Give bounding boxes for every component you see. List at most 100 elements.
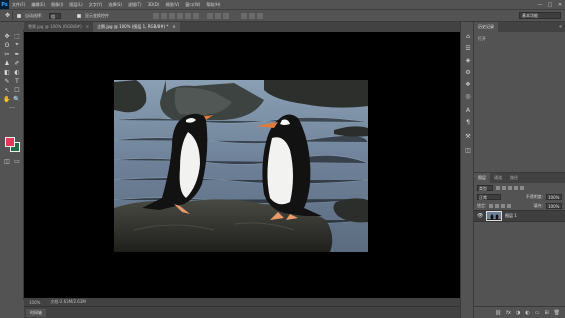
eyedropper-tool-icon[interactable]: ✒: [12, 50, 22, 58]
tool-presets-icon[interactable]: ⚒: [464, 132, 472, 140]
tab-label: 企鹅.jpg @ 100% (图层 1, RGB/8#) *: [97, 24, 169, 29]
zoom-level[interactable]: 100%: [29, 300, 40, 305]
marquee-tool-icon[interactable]: ⬚: [12, 32, 22, 40]
3d-rotate-icon[interactable]: [249, 12, 255, 19]
collapse-icon[interactable]: «: [559, 24, 562, 30]
tab-history[interactable]: 历史记录: [474, 22, 498, 32]
new-layer-icon[interactable]: ⊞: [544, 310, 548, 316]
link-layers-icon[interactable]: ⛓: [495, 310, 501, 316]
3d-pan-icon[interactable]: [257, 12, 263, 19]
clone-stamp-tool-icon[interactable]: ◧: [2, 68, 12, 76]
color-icon[interactable]: ◈: [464, 56, 472, 64]
rectangle-tool-icon[interactable]: ☐: [12, 86, 22, 94]
foreground-color-swatch[interactable]: [5, 137, 15, 147]
fill-input[interactable]: 100%: [546, 202, 562, 209]
tab-paths[interactable]: 路径: [506, 173, 522, 183]
penguin-photo[interactable]: [114, 80, 368, 252]
menu-view[interactable]: 视图(V): [162, 2, 182, 8]
add-mask-icon[interactable]: ◑: [516, 310, 520, 316]
distribute-icon[interactable]: [207, 12, 213, 19]
menu-edit[interactable]: 编辑(E): [28, 2, 48, 8]
blend-mode-dropdown[interactable]: 正常: [477, 193, 501, 200]
align-center-icon[interactable]: [161, 12, 167, 19]
history-item[interactable]: 打开: [478, 36, 561, 42]
close-button[interactable]: ✕: [555, 2, 565, 8]
menu-file[interactable]: 文件(F): [9, 2, 28, 8]
tab-close-icon[interactable]: ×: [172, 22, 175, 32]
tab-channels[interactable]: 通道: [490, 173, 506, 183]
tab-layers[interactable]: 图层: [474, 173, 490, 183]
history-icon[interactable]: ☰: [464, 44, 472, 52]
menu-type[interactable]: 文字(Y): [86, 2, 106, 8]
menu-filter[interactable]: 滤镜(T): [125, 2, 145, 8]
move-tool-icon[interactable]: ✥: [2, 32, 12, 40]
align-left-icon[interactable]: [153, 12, 159, 19]
lock-pixels-icon[interactable]: [489, 203, 494, 208]
timeline-tab[interactable]: 时间轴: [26, 309, 46, 317]
crop-tool-icon[interactable]: ✂: [2, 50, 12, 58]
quick-select-tool-icon[interactable]: ⌖: [12, 41, 22, 49]
type-tool-icon[interactable]: T: [12, 77, 22, 85]
navigator-icon[interactable]: ◎: [464, 92, 472, 100]
maximize-button[interactable]: □: [545, 2, 555, 8]
menu-select[interactable]: 选择(S): [105, 2, 125, 8]
auto-select-checkbox[interactable]: [17, 13, 21, 18]
lasso-tool-icon[interactable]: ʘ: [2, 41, 12, 49]
align-top-icon[interactable]: [177, 12, 183, 19]
layer-name[interactable]: 图层 1: [505, 213, 517, 219]
pen-tool-icon[interactable]: ✎: [2, 77, 12, 85]
delete-layer-icon[interactable]: 🗑: [554, 310, 560, 316]
healing-tool-icon[interactable]: ♟: [2, 59, 12, 67]
screen-mode-icon[interactable]: ▭: [12, 157, 22, 165]
distribute-3-icon[interactable]: [223, 12, 229, 19]
align-bottom-icon[interactable]: [193, 12, 199, 19]
menu-3d[interactable]: 3D(D): [145, 2, 163, 7]
tab-close-icon[interactable]: ×: [86, 22, 89, 32]
quick-mask-icon[interactable]: ◫: [2, 157, 12, 165]
zoom-tool-icon[interactable]: 🔍: [12, 95, 22, 103]
menu-layer[interactable]: 图层(L): [66, 2, 85, 8]
filter-smart-icon[interactable]: [520, 185, 524, 190]
adjustment-layer-icon[interactable]: ◐: [525, 310, 529, 316]
tab-snow-jpg[interactable]: 雪景.jpg @ 100% (RGB/8#) ×: [24, 22, 94, 32]
move-tool-preset-icon[interactable]: ✥: [3, 11, 13, 20]
brush-tool-icon[interactable]: ✐: [12, 59, 22, 67]
filter-shape-icon[interactable]: [514, 185, 518, 190]
distribute-2-icon[interactable]: [215, 12, 221, 19]
lock-all-icon[interactable]: [507, 203, 512, 208]
filter-adjust-icon[interactable]: [502, 185, 506, 190]
filter-pixel-icon[interactable]: [496, 185, 500, 190]
opacity-input[interactable]: 100%: [546, 193, 562, 200]
adjustments-icon[interactable]: ⚙: [464, 68, 472, 76]
visibility-eye-icon[interactable]: 👁: [477, 213, 483, 219]
align-middle-icon[interactable]: [185, 12, 191, 19]
layer-row[interactable]: 👁 图层 1: [474, 210, 565, 222]
character-icon[interactable]: A: [464, 106, 472, 114]
auto-select-dropdown[interactable]: 组: [49, 12, 61, 19]
path-select-tool-icon[interactable]: ↖: [2, 86, 12, 94]
3d-mode-icon[interactable]: [241, 12, 247, 19]
styles-icon[interactable]: ❖: [464, 80, 472, 88]
minimize-button[interactable]: —: [535, 2, 545, 8]
blend-row: 正常 不透明度: 100%: [474, 192, 565, 201]
new-group-icon[interactable]: ▭: [535, 310, 540, 316]
workspace-switcher[interactable]: 基本功能: [519, 12, 561, 19]
filter-type-icon[interactable]: [508, 185, 512, 190]
align-right-icon[interactable]: [169, 12, 175, 19]
lock-paint-icon[interactable]: [495, 203, 500, 208]
properties-icon[interactable]: ◫: [464, 146, 472, 154]
lock-move-icon[interactable]: [501, 203, 506, 208]
home-icon[interactable]: ⌂: [464, 32, 472, 40]
menu-image[interactable]: 图像(I): [48, 2, 66, 8]
paragraph-icon[interactable]: ¶: [464, 118, 472, 126]
menu-help[interactable]: 帮助(H): [203, 2, 223, 8]
tab-penguin-jpg[interactable]: 企鹅.jpg @ 100% (图层 1, RGB/8#) * ×: [93, 22, 180, 32]
show-transform-checkbox[interactable]: [77, 13, 81, 18]
more-tools-icon[interactable]: ···: [7, 104, 17, 112]
document-canvas[interactable]: [24, 32, 460, 298]
layer-style-icon[interactable]: fx: [506, 310, 511, 316]
hand-tool-icon[interactable]: ✋: [2, 95, 12, 103]
layer-kind-dropdown[interactable]: 类型: [477, 184, 493, 191]
menu-window[interactable]: 窗口(W): [182, 2, 203, 8]
history-brush-tool-icon[interactable]: ◐: [12, 68, 22, 76]
